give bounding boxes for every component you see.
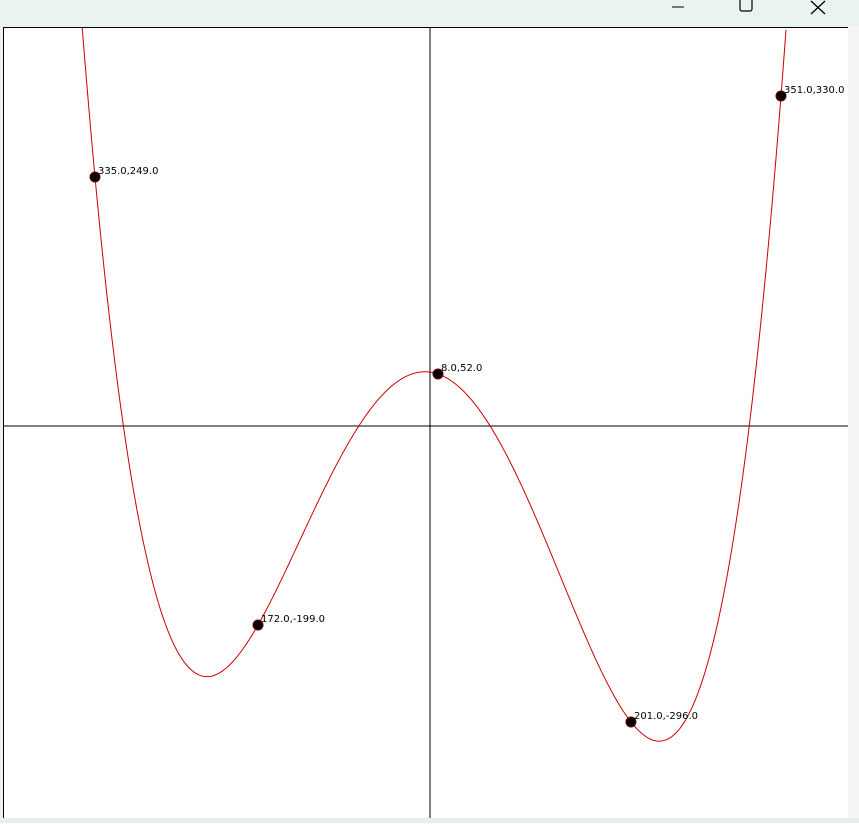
title-bar[interactable] [0,0,859,26]
maximize-button[interactable] [720,0,770,18]
window-edge-right [848,26,859,823]
maximize-icon [739,0,753,12]
point-label: 8.0,52.0 [441,363,482,374]
window-edge-bottom [0,818,859,823]
polynomial-curve [81,24,787,742]
canvas-area[interactable]: 335.0,249.0 172.0,-199.0 8.0,52.0 201.0,-29… [3,24,849,819]
minimize-icon [672,6,684,8]
plot-canvas[interactable]: 335.0,249.0 172.0,-199.0 8.0,52.0 201.0,-29… [4,24,849,819]
point-label: 351.0,330.0 [784,85,844,96]
close-icon [810,0,826,15]
point-label: 201.0,-296.0 [634,711,698,722]
control-points: 335.0,249.0 172.0,-199.0 8.0,52.0 201.0,-29… [89,85,844,728]
close-button[interactable] [793,0,843,18]
point-label: 172.0,-199.0 [261,614,325,625]
app-window: 335.0,249.0 172.0,-199.0 8.0,52.0 201.0,-29… [0,0,859,823]
minimize-button[interactable] [654,0,704,18]
point-label: 335.0,249.0 [98,166,158,177]
